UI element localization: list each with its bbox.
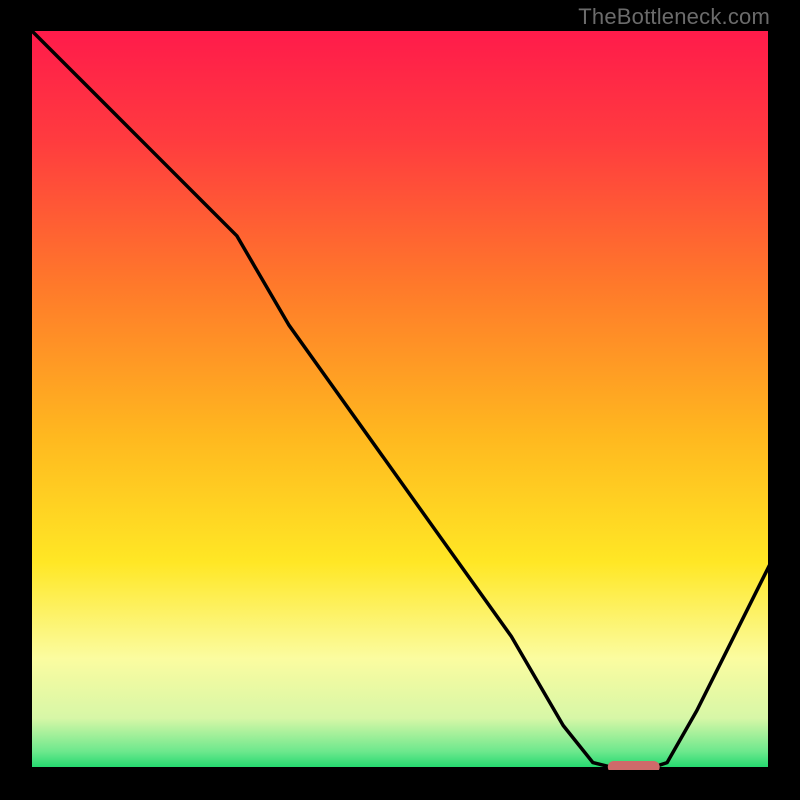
chart-frame bbox=[29, 28, 771, 770]
optimal-range-marker bbox=[608, 761, 660, 770]
bottleneck-chart bbox=[29, 28, 771, 770]
watermark-text: TheBottleneck.com bbox=[578, 4, 770, 30]
